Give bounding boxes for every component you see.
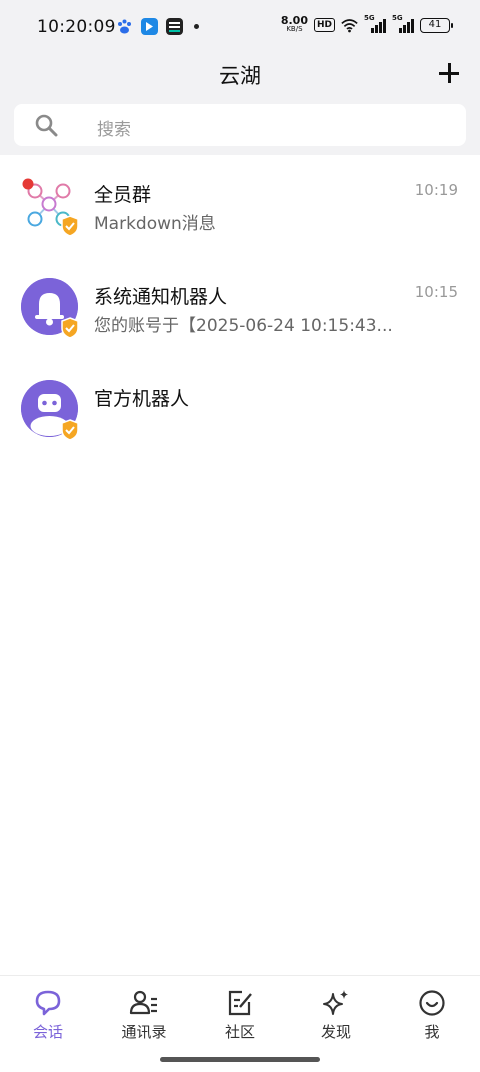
conversation-list: 全员群 Markdown消息 10:19 系统通知机器人 您的账号于【2025-… bbox=[0, 155, 480, 461]
search-placeholder: 搜索 bbox=[97, 120, 131, 140]
tab-label: 我 bbox=[424, 1023, 440, 1041]
conversation-item[interactable]: 系统通知机器人 您的账号于【2025-06-24 10:15:43... 10:… bbox=[0, 257, 480, 359]
tab-contacts[interactable]: 通讯录 bbox=[96, 988, 192, 1048]
conversation-preview: Markdown消息 bbox=[94, 214, 216, 234]
net-speed-unit: KB/S bbox=[286, 25, 303, 33]
signal-2-label: 5G bbox=[392, 13, 403, 22]
tab-label: 发现 bbox=[320, 1023, 351, 1041]
hd-badge: HD bbox=[313, 18, 335, 32]
search-icon bbox=[35, 114, 58, 137]
tab-chats[interactable]: 会话 bbox=[0, 988, 96, 1048]
status-time: 10:20:09 bbox=[37, 17, 116, 37]
paw-icon bbox=[116, 18, 133, 35]
conversation-title: 官方机器人 bbox=[94, 388, 190, 410]
bell-avatar bbox=[21, 278, 79, 339]
wifi-icon bbox=[341, 17, 358, 34]
conversation-time: 10:19 bbox=[414, 181, 458, 199]
conversation-item[interactable]: 官方机器人 bbox=[0, 359, 480, 461]
news-app-icon bbox=[166, 18, 183, 35]
tab-me[interactable]: 我 bbox=[384, 988, 480, 1048]
edit-square-icon bbox=[228, 990, 252, 1016]
status-right-icons: 8.00 KB/S HD 5G 5G 41 bbox=[280, 13, 453, 34]
dot-icon bbox=[194, 24, 199, 29]
robot-avatar bbox=[21, 380, 79, 441]
search-input[interactable]: 搜索 bbox=[14, 104, 466, 146]
bluetooth-app-icon bbox=[141, 18, 158, 35]
tab-discover[interactable]: 发现 bbox=[288, 988, 384, 1048]
conversation-item[interactable]: 全员群 Markdown消息 10:19 bbox=[0, 155, 480, 257]
battery-icon: 41 bbox=[420, 17, 453, 33]
tab-label: 会话 bbox=[32, 1023, 63, 1041]
group-avatar bbox=[21, 176, 79, 237]
tab-label: 通讯录 bbox=[121, 1023, 167, 1041]
signal-1-label: 5G bbox=[364, 13, 375, 22]
page-title: 云湖 bbox=[219, 64, 261, 88]
home-indicator[interactable] bbox=[160, 1057, 320, 1062]
signal-icon: 5G bbox=[392, 13, 414, 34]
tab-label: 社区 bbox=[224, 1023, 255, 1041]
conversation-title: 系统通知机器人 bbox=[94, 286, 228, 308]
chat-bubble-icon bbox=[35, 990, 61, 1016]
contacts-icon bbox=[129, 990, 157, 1015]
conversation-title: 全员群 bbox=[94, 184, 152, 206]
smiley-icon bbox=[419, 990, 445, 1016]
net-speed-value: 8.00 bbox=[280, 14, 308, 27]
status-bar: 10:20:09 8.00 KB/S HD 5G 5G 41 bbox=[0, 0, 480, 56]
verified-shield-icon bbox=[61, 419, 79, 441]
status-left-icons bbox=[116, 18, 199, 35]
verified-shield-icon bbox=[61, 215, 79, 237]
plus-icon[interactable] bbox=[438, 62, 460, 84]
conversation-time: 10:15 bbox=[414, 283, 458, 301]
tab-community[interactable]: 社区 bbox=[192, 988, 288, 1048]
unread-dot bbox=[22, 178, 34, 190]
verified-shield-icon bbox=[61, 317, 79, 339]
signal-icon: 5G bbox=[364, 13, 386, 34]
net-speed: 8.00 KB/S bbox=[280, 14, 308, 34]
sparkle-icon bbox=[323, 990, 348, 1015]
conversation-preview: 您的账号于【2025-06-24 10:15:43... bbox=[94, 316, 393, 336]
